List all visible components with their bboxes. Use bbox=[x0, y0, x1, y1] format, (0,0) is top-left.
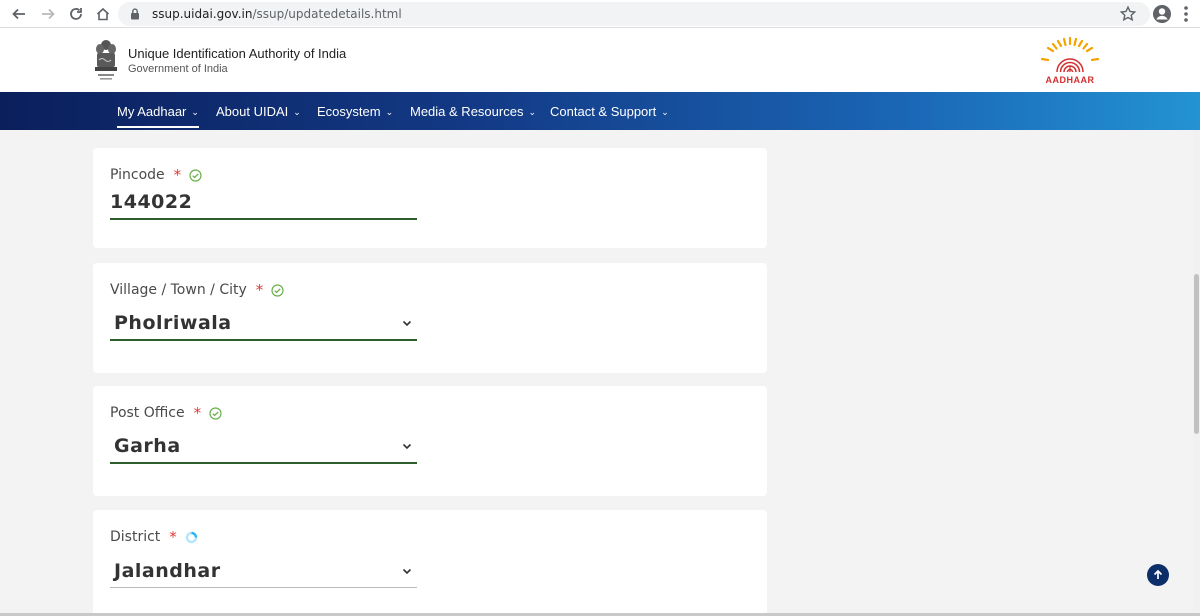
nav-about-uidai[interactable]: About UIDAI ⌄ bbox=[216, 92, 301, 130]
required-asterisk: * bbox=[255, 281, 264, 299]
chevron-down-icon: ⌄ bbox=[191, 106, 199, 117]
chevron-down-icon bbox=[402, 568, 412, 574]
main-navigation: My Aadhaar ⌄ About UIDAI ⌄ Ecosystem ⌄ M… bbox=[0, 92, 1200, 130]
back-arrow-icon[interactable] bbox=[8, 3, 30, 25]
check-circle-icon bbox=[271, 283, 284, 297]
scroll-to-top-button[interactable] bbox=[1147, 564, 1169, 586]
aadhaar-logo[interactable]: AADHAAR bbox=[1036, 36, 1104, 86]
url-host: ssup.uidai.gov.in bbox=[152, 7, 253, 21]
city-value: Pholriwala bbox=[114, 312, 232, 334]
nav-label: Media & Resources bbox=[410, 103, 524, 119]
reload-icon[interactable] bbox=[65, 3, 87, 25]
nav-my-aadhaar[interactable]: My Aadhaar ⌄ bbox=[117, 92, 199, 130]
chevron-down-icon: ⌄ bbox=[528, 106, 536, 117]
pincode-value: 144022 bbox=[110, 191, 193, 213]
url-text: ssup.uidai.gov.in/ssup/updatedetails.htm… bbox=[152, 7, 402, 21]
page-scrollbar[interactable] bbox=[1193, 130, 1200, 616]
chevron-down-icon bbox=[402, 443, 412, 450]
chevron-down-icon: ⌄ bbox=[293, 106, 301, 117]
post-office-card: Post Office * Garha bbox=[93, 386, 767, 496]
post-office-label: Post Office bbox=[110, 405, 185, 421]
nav-label: Contact & Support bbox=[550, 103, 657, 119]
check-circle-icon bbox=[189, 168, 202, 182]
post-office-select[interactable]: Garha bbox=[110, 430, 417, 464]
district-value: Jalandhar bbox=[114, 559, 221, 582]
aadhaar-logo-text: AADHAAR bbox=[1046, 75, 1095, 85]
city-label: Village / Town / City bbox=[110, 282, 247, 298]
nav-label: About UIDAI bbox=[216, 103, 289, 119]
pincode-input[interactable]: 144022 bbox=[110, 186, 417, 220]
aadhaar-sun-fingerprint-icon: AADHAAR bbox=[1040, 36, 1100, 85]
district-select[interactable]: Jalandhar bbox=[110, 554, 417, 588]
organization-subtitle: Government of India bbox=[128, 63, 228, 75]
chevron-down-icon: ⌄ bbox=[385, 106, 394, 117]
organization-name: Unique Identification Authority of India bbox=[128, 46, 347, 61]
profile-avatar-icon[interactable] bbox=[1152, 4, 1172, 24]
chevron-down-icon: ⌄ bbox=[661, 106, 669, 117]
pincode-label: Pincode bbox=[110, 167, 165, 183]
required-asterisk: * bbox=[193, 404, 202, 422]
pincode-card: Pincode * 144022 bbox=[93, 148, 767, 248]
url-path: /ssup/updatedetails.html bbox=[252, 7, 402, 21]
bookmark-star-icon[interactable] bbox=[1119, 5, 1137, 23]
nav-contact-support[interactable]: Contact & Support ⌄ bbox=[550, 92, 669, 130]
district-label-row: District * bbox=[110, 528, 198, 546]
city-label-row: Village / Town / City * bbox=[110, 281, 284, 299]
nav-label: My Aadhaar bbox=[117, 103, 187, 119]
nav-ecosystem[interactable]: Ecosystem ⌄ bbox=[317, 92, 393, 130]
pincode-label-row: Pincode * bbox=[110, 166, 202, 184]
arrow-up-icon bbox=[1153, 569, 1163, 579]
loading-spinner-icon bbox=[185, 531, 197, 543]
district-card: District * Jalandhar bbox=[93, 510, 767, 616]
required-asterisk: * bbox=[173, 166, 182, 184]
city-card: Village / Town / City * Pholriwala bbox=[93, 263, 767, 373]
browser-menu-icon[interactable] bbox=[1180, 4, 1192, 24]
site-header: Unique Identification Authority of India… bbox=[0, 28, 1200, 92]
chevron-down-icon bbox=[402, 320, 412, 327]
lock-icon[interactable] bbox=[128, 7, 142, 21]
post-office-label-row: Post Office * bbox=[110, 404, 222, 422]
home-icon[interactable] bbox=[92, 3, 114, 25]
district-label: District bbox=[110, 529, 161, 545]
scrollbar-thumb[interactable] bbox=[1194, 274, 1199, 434]
nav-label: Ecosystem bbox=[317, 103, 381, 119]
required-asterisk: * bbox=[169, 528, 177, 546]
city-select[interactable]: Pholriwala bbox=[110, 307, 417, 341]
forward-arrow-icon[interactable] bbox=[37, 3, 59, 25]
post-office-value: Garha bbox=[114, 435, 181, 457]
address-bar[interactable]: ssup.uidai.gov.in/ssup/updatedetails.htm… bbox=[118, 2, 1150, 26]
check-circle-icon bbox=[209, 406, 222, 420]
browser-toolbar: ssup.uidai.gov.in/ssup/updatedetails.htm… bbox=[0, 0, 1200, 28]
nav-media-resources[interactable]: Media & Resources ⌄ bbox=[410, 92, 536, 130]
national-emblem-icon bbox=[95, 40, 117, 80]
